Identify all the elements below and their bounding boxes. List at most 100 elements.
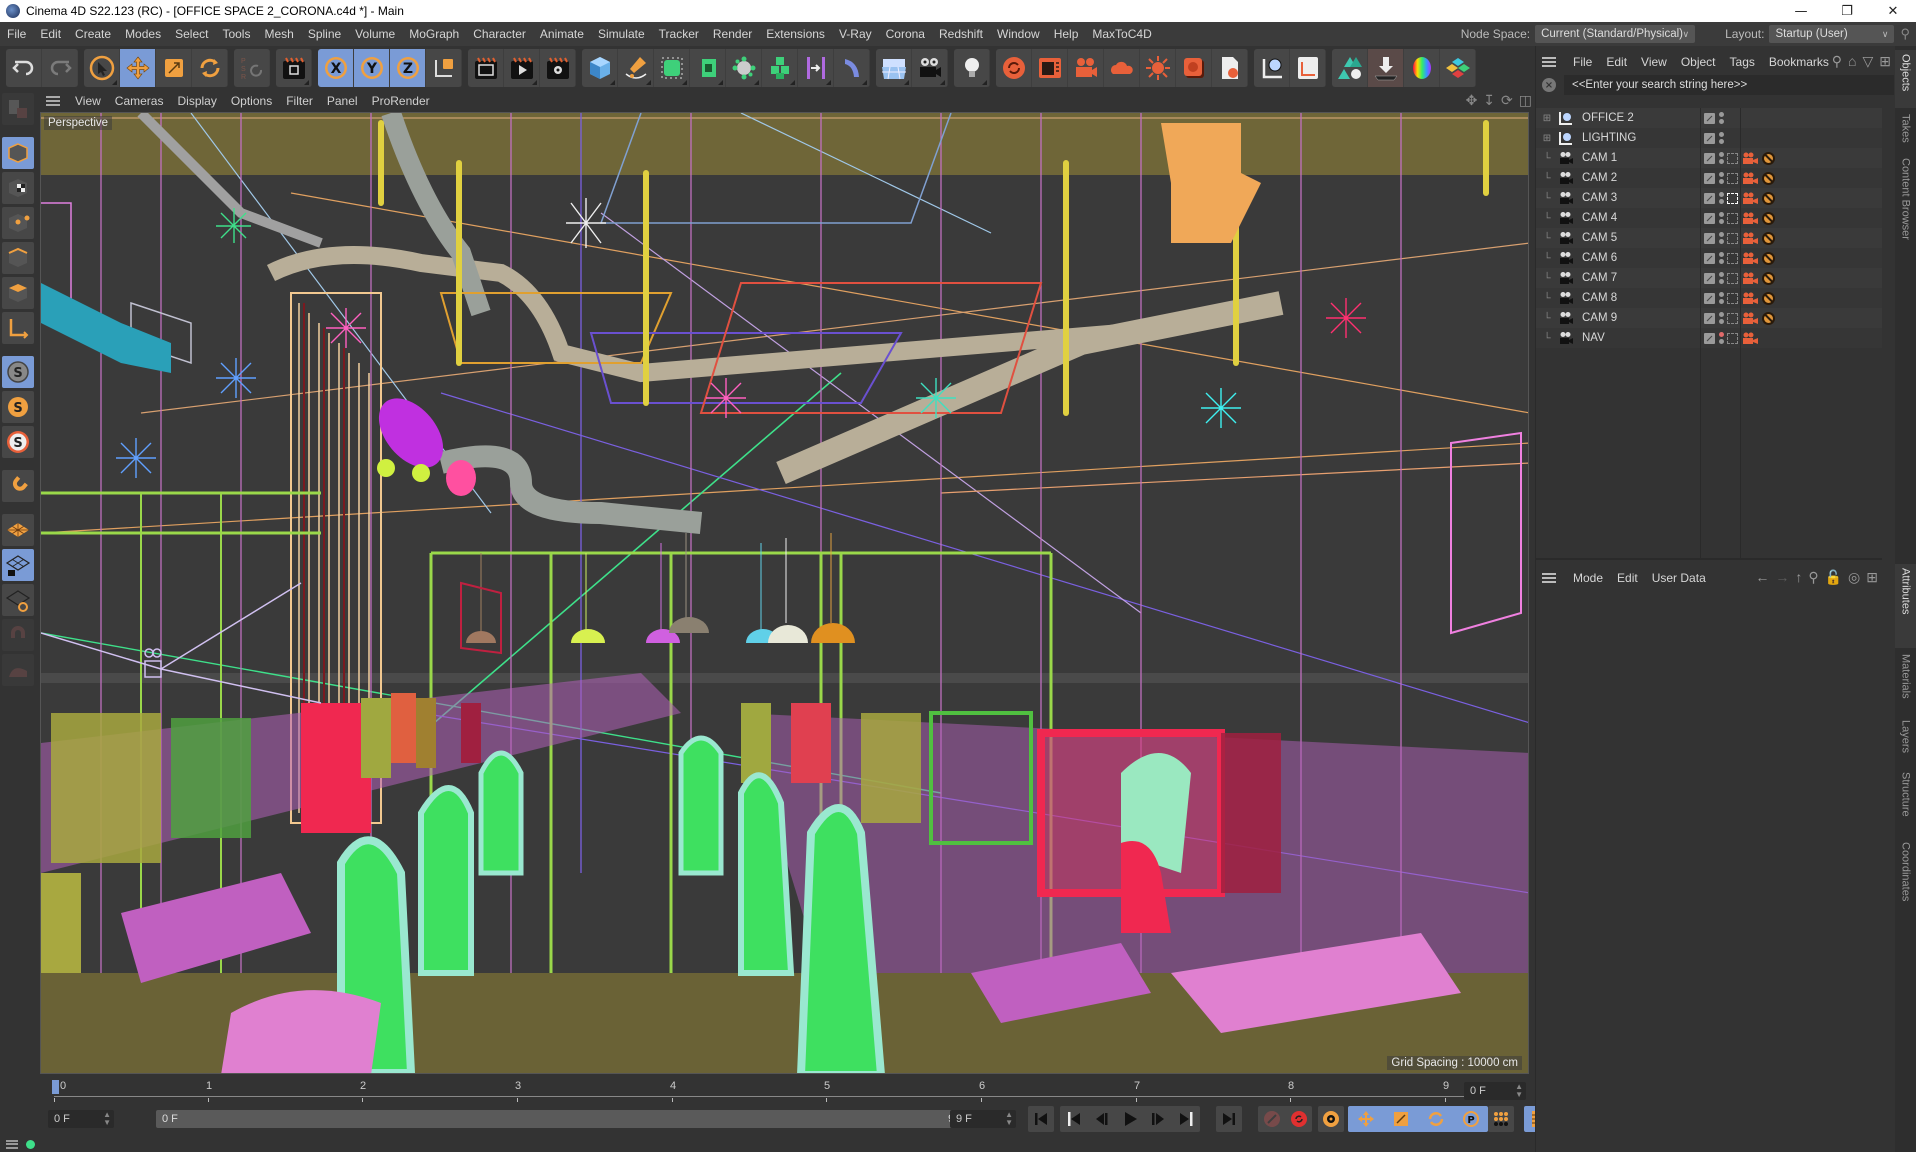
search-icon[interactable]: ⚲ — [1808, 569, 1818, 586]
object-name[interactable]: OFFICE 2 — [1582, 112, 1712, 124]
subdivision-surface-button[interactable] — [654, 49, 690, 87]
end-frame-field[interactable]: 9 F ▲ ▼ — [950, 1110, 1016, 1128]
menu-redshift[interactable]: Redshift — [932, 27, 990, 41]
search-icon[interactable]: ⚲ — [1900, 26, 1910, 42]
layer-checkbox-icon[interactable] — [1704, 272, 1715, 284]
redo-button[interactable] — [42, 49, 78, 87]
layer-checkbox-icon[interactable] — [1704, 152, 1715, 164]
menu-vray[interactable]: V-Ray — [832, 27, 879, 41]
workplane-button[interactable] — [2, 514, 34, 546]
object-search-input[interactable]: <<Enter your search string here>> — [1564, 75, 1894, 95]
protection-tag-icon[interactable] — [1762, 171, 1775, 185]
object-name[interactable]: CAM 3 — [1582, 192, 1712, 204]
object-row[interactable]: └ CAM 8 — [1536, 288, 1882, 308]
attributes-menu-user-data[interactable]: User Data — [1645, 571, 1713, 585]
protection-tag-icon[interactable] — [1762, 231, 1775, 245]
selection-target-icon[interactable] — [1727, 312, 1738, 324]
home-icon[interactable]: ⌂ — [1848, 53, 1856, 70]
object-row[interactable]: ⊞ OFFICE 2 — [1536, 108, 1882, 128]
menu-render[interactable]: Render — [706, 27, 759, 41]
perspective-viewport[interactable]: Perspective Grid Spacing : 10000 cm — [40, 112, 1529, 1074]
menu-file[interactable]: File — [0, 27, 33, 41]
visibility-dots-icon[interactable] — [1718, 271, 1724, 285]
visibility-dots-icon[interactable] — [1718, 191, 1724, 205]
menu-spline[interactable]: Spline — [301, 27, 348, 41]
y-axis-lock-button[interactable]: Y — [354, 49, 390, 87]
bend-button[interactable] — [834, 49, 870, 87]
object-name[interactable]: CAM 4 — [1582, 212, 1712, 224]
viewport-menu-view[interactable]: View — [68, 94, 108, 108]
visibility-dots-icon[interactable] — [1718, 211, 1724, 225]
visibility-dots-icon[interactable] — [1718, 251, 1724, 265]
tab-structure[interactable]: Structure — [1895, 768, 1916, 836]
layer-checkbox-icon[interactable] — [1704, 192, 1715, 204]
viewport-menu-filter[interactable]: Filter — [279, 94, 320, 108]
corona-camera-tag-icon[interactable] — [1741, 252, 1759, 264]
protection-tag-icon[interactable] — [1762, 151, 1775, 165]
corona-camera-button[interactable] — [1068, 49, 1104, 87]
render-to-picture-viewer-button[interactable] — [504, 49, 540, 87]
target-icon[interactable]: ◎ — [1848, 569, 1860, 586]
align-workplane-button[interactable] — [2, 584, 34, 616]
menu-help[interactable]: Help — [1047, 27, 1086, 41]
corona-camera-tag-icon[interactable] — [1741, 292, 1759, 304]
layer-checkbox-icon[interactable] — [1704, 172, 1715, 184]
object-row[interactable]: └ CAM 3 — [1536, 188, 1882, 208]
visibility-dots-icon[interactable] — [1718, 171, 1724, 185]
snap-button[interactable] — [2, 470, 34, 502]
object-row[interactable]: └ CAM 7 — [1536, 268, 1882, 288]
render-region-button[interactable] — [276, 49, 312, 87]
object-row[interactable]: └ CAM 9 — [1536, 308, 1882, 328]
x-axis-lock-button[interactable]: X — [318, 49, 354, 87]
selection-target-icon[interactable] — [1727, 172, 1738, 184]
solo-hierarchy-button[interactable]: S — [2, 426, 34, 458]
solo-single-button[interactable]: S — [2, 391, 34, 423]
tab-attributes[interactable]: Attributes — [1895, 564, 1916, 648]
start-frame-field[interactable]: 0 F ▲ ▼ — [48, 1110, 114, 1128]
live-selection-button[interactable] — [84, 49, 120, 87]
frame-range-slider[interactable]: 0 F 9 F — [156, 1110, 970, 1128]
selection-target-icon[interactable] — [1727, 192, 1738, 204]
corona-camera-tag-icon[interactable] — [1741, 172, 1759, 184]
visibility-dots-icon[interactable] — [1718, 111, 1724, 125]
layout-dropdown[interactable]: Startup (User) ∨ — [1769, 25, 1895, 43]
object-name[interactable]: CAM 1 — [1582, 152, 1712, 164]
corona-settings-button[interactable] — [1212, 49, 1248, 87]
selection-target-icon[interactable] — [1727, 212, 1738, 224]
viewport-menu-options[interactable]: Options — [224, 94, 279, 108]
keyframe-settings-button[interactable] — [1318, 1106, 1344, 1132]
object-name[interactable]: LIGHTING — [1582, 132, 1712, 144]
layer-checkbox-icon[interactable] — [1704, 232, 1715, 244]
proxy-button[interactable] — [1332, 49, 1368, 87]
drop-to-floor-button[interactable] — [1368, 49, 1404, 87]
undo-button[interactable] — [6, 49, 42, 87]
extrude-button[interactable] — [690, 49, 726, 87]
menu-character[interactable]: Character — [466, 27, 533, 41]
attributes-menu-mode[interactable]: Mode — [1566, 571, 1610, 585]
next-key-icon[interactable] — [1176, 1109, 1196, 1129]
param-key-icon[interactable]: P — [1461, 1109, 1481, 1129]
record-icon[interactable] — [1262, 1109, 1282, 1129]
new-window-icon[interactable]: ⊞ — [1879, 53, 1891, 70]
visibility-dots-icon[interactable] — [1718, 131, 1724, 145]
protection-tag-icon[interactable] — [1762, 191, 1775, 205]
object-row[interactable]: └ NAV — [1536, 328, 1882, 348]
toggle-view-icon[interactable]: ◫ — [1519, 92, 1532, 109]
polygons-mode-button[interactable] — [2, 277, 34, 309]
tab-objects[interactable]: Objects — [1895, 50, 1916, 108]
layer-checkbox-icon[interactable] — [1704, 132, 1715, 144]
layer-checkbox-icon[interactable] — [1704, 252, 1715, 264]
protection-tag-icon[interactable] — [1762, 271, 1775, 285]
close-button[interactable]: ✕ — [1870, 0, 1916, 22]
lock-workplane-button[interactable] — [2, 549, 34, 581]
rotate-key-icon[interactable] — [1426, 1109, 1446, 1129]
visibility-dots-icon[interactable] — [1718, 151, 1724, 165]
object-row[interactable]: ⊞ LIGHTING — [1536, 128, 1882, 148]
object-name[interactable]: CAM 5 — [1582, 232, 1712, 244]
menu-volume[interactable]: Volume — [348, 27, 402, 41]
attributes-menu-edit[interactable]: Edit — [1610, 571, 1645, 585]
deformer-button[interactable] — [798, 49, 834, 87]
visibility-dots-icon[interactable] — [1718, 331, 1724, 345]
selection-target-icon[interactable] — [1727, 292, 1738, 304]
tab-layers[interactable]: Layers — [1895, 716, 1916, 766]
